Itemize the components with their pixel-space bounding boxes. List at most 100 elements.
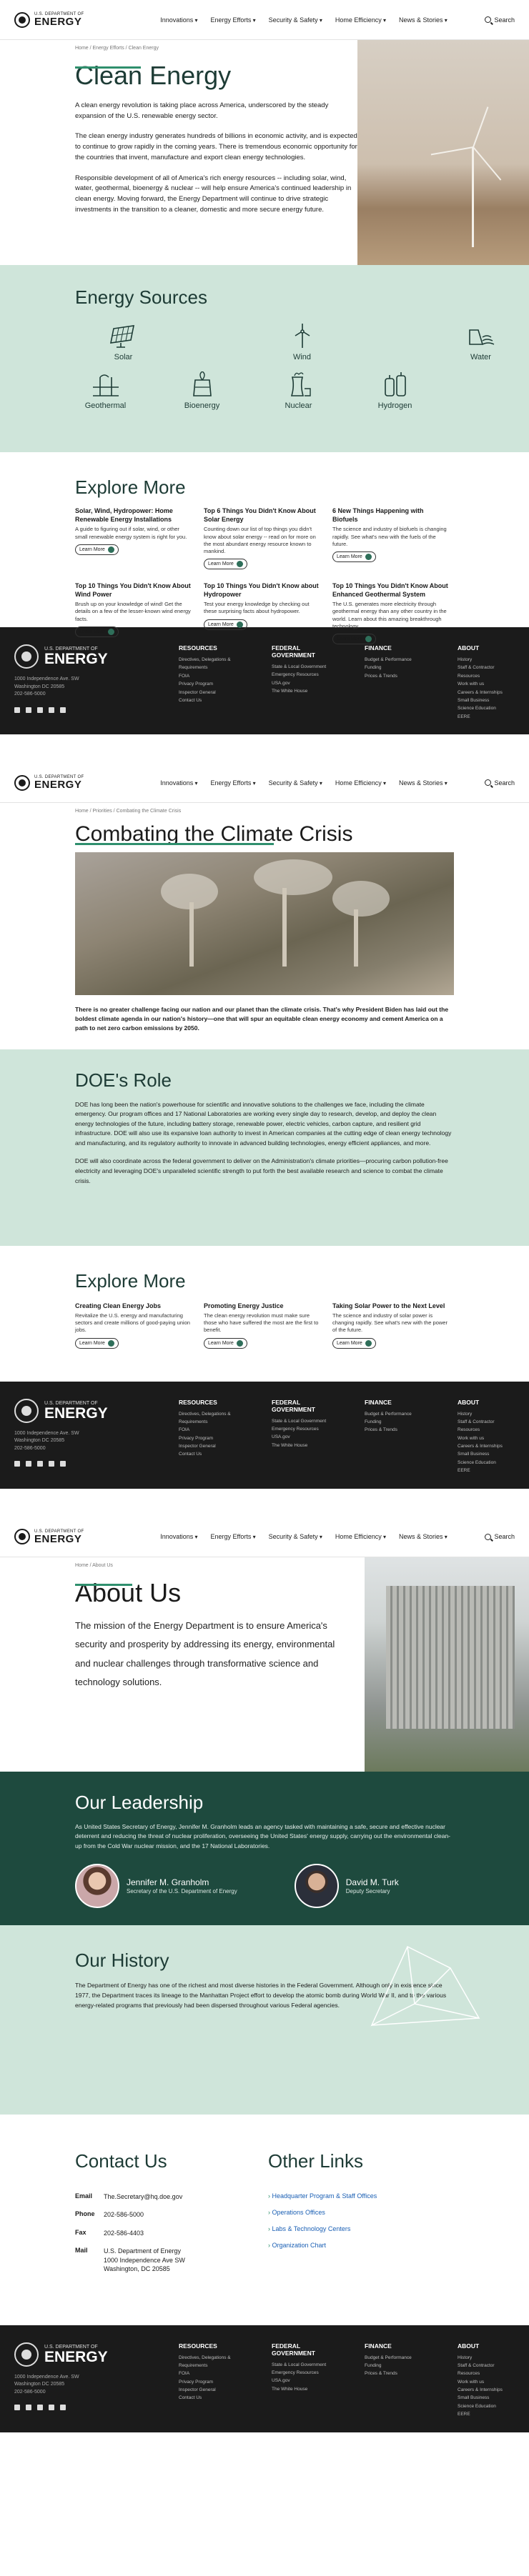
source-solar[interactable]: Solar <box>75 323 172 361</box>
facebook-icon[interactable] <box>14 2405 20 2411</box>
learn-more-button[interactable]: Learn More <box>332 633 376 644</box>
doe-logo[interactable]: U.S. DEPARTMENT OF ENERGY <box>14 11 136 28</box>
learn-more-button[interactable]: Learn More <box>204 558 247 569</box>
facebook-icon[interactable] <box>14 1461 20 1467</box>
nav-news-stories[interactable]: News & Stories <box>399 779 448 787</box>
footer-link[interactable]: Prices & Trends <box>365 2370 422 2377</box>
other-link[interactable]: Labs & Technology Centers <box>268 2225 425 2232</box>
search-button[interactable]: Search <box>472 16 515 24</box>
learn-more-button[interactable]: Learn More <box>75 544 119 555</box>
footer-link[interactable]: Work with us <box>458 680 515 688</box>
linkedin-icon[interactable] <box>60 1461 66 1467</box>
footer-link[interactable]: Directives, Delegations & Requirements <box>179 656 236 672</box>
footer-link[interactable]: Prices & Trends <box>365 1426 422 1434</box>
flickr-icon[interactable] <box>49 2405 54 2411</box>
footer-link[interactable]: Prices & Trends <box>365 672 422 680</box>
footer-logo[interactable]: U.S. DEPARTMENT OF ENERGY <box>14 644 179 669</box>
facebook-icon[interactable] <box>14 707 20 713</box>
twitter-icon[interactable] <box>26 1461 31 1467</box>
youtube-icon[interactable] <box>37 2405 43 2411</box>
twitter-icon[interactable] <box>26 2405 31 2411</box>
footer-link[interactable]: Privacy Program <box>179 2378 236 2386</box>
footer-link[interactable]: Science Education <box>458 1459 515 1467</box>
nav-energy-efforts[interactable]: Energy Efforts <box>211 16 256 24</box>
footer-link[interactable]: Funding <box>365 664 422 672</box>
footer-link[interactable]: Budget & Performance <box>365 1410 422 1418</box>
footer-link[interactable]: Contact Us <box>179 1450 236 1458</box>
learn-more-button[interactable]: Learn More <box>332 1337 376 1349</box>
footer-link[interactable]: History <box>458 1410 515 1418</box>
nav-security-safety[interactable]: Security & Safety <box>269 1533 322 1540</box>
learn-more-button[interactable]: Learn More <box>332 551 376 562</box>
breadcrumb[interactable]: Home / About Us <box>75 1557 347 1568</box>
footer-link[interactable]: Work with us <box>458 2378 515 2386</box>
youtube-icon[interactable] <box>37 707 43 713</box>
footer-link[interactable]: FOIA <box>179 1426 236 1434</box>
footer-link[interactable]: State & Local Government <box>272 663 329 671</box>
source-hydrogen[interactable]: Hydrogen <box>357 371 432 410</box>
footer-logo[interactable]: U.S. DEPARTMENT OF ENERGY <box>14 2342 179 2367</box>
footer-link[interactable]: State & Local Government <box>272 1417 329 1425</box>
nav-innovations[interactable]: Innovations <box>160 16 197 24</box>
source-water[interactable]: Water <box>432 323 529 361</box>
footer-link[interactable]: EERE <box>458 2410 515 2418</box>
card-title[interactable]: Creating Clean Energy Jobs <box>75 1302 193 1311</box>
other-link[interactable]: Operations Offices <box>268 2209 425 2216</box>
breadcrumb[interactable]: Home / Priorities / Combating the Climat… <box>0 803 529 814</box>
footer-link[interactable]: USA.gov <box>272 679 329 687</box>
card-title[interactable]: 6 New Things Happening with Biofuels <box>332 507 450 524</box>
search-button[interactable]: Search <box>472 1533 515 1540</box>
footer-link[interactable]: Science Education <box>458 2402 515 2410</box>
card-title[interactable]: Promoting Energy Justice <box>204 1302 322 1311</box>
source-bioenergy[interactable]: Bioenergy <box>164 371 239 410</box>
footer-link[interactable]: History <box>458 2354 515 2362</box>
nav-energy-efforts[interactable]: Energy Efforts <box>211 1533 256 1540</box>
footer-link[interactable]: Science Education <box>458 704 515 712</box>
footer-link[interactable]: Small Business <box>458 697 515 704</box>
card-title[interactable]: Taking Solar Power to the Next Level <box>332 1302 450 1311</box>
leader-card[interactable]: Jennifer M. Granholm Secretary of the U.S… <box>75 1864 237 1909</box>
footer-link[interactable]: EERE <box>458 713 515 721</box>
card-title[interactable]: Top 6 Things You Didn't Know About Solar… <box>204 507 322 524</box>
linkedin-icon[interactable] <box>60 2405 66 2411</box>
footer-link[interactable]: Emergency Resources <box>272 2369 329 2377</box>
footer-link[interactable]: The White House <box>272 1442 329 1449</box>
nav-home-efficiency[interactable]: Home Efficiency <box>335 1533 386 1540</box>
search-button[interactable]: Search <box>472 779 515 787</box>
footer-link[interactable]: Staff & Contractor Resources <box>458 664 515 680</box>
nav-security-safety[interactable]: Security & Safety <box>269 779 322 787</box>
footer-link[interactable]: Careers & Internships <box>458 689 515 697</box>
flickr-icon[interactable] <box>49 707 54 713</box>
nav-home-efficiency[interactable]: Home Efficiency <box>335 779 386 787</box>
doe-logo[interactable]: U.S. DEPARTMENT OF ENERGY <box>14 774 136 791</box>
footer-link[interactable]: State & Local Government <box>272 2361 329 2369</box>
footer-link[interactable]: Privacy Program <box>179 680 236 688</box>
footer-link[interactable]: Budget & Performance <box>365 656 422 664</box>
footer-link[interactable]: USA.gov <box>272 1433 329 1441</box>
footer-link[interactable]: Careers & Internships <box>458 2386 515 2394</box>
leader-card[interactable]: David M. Turk Deputy Secretary <box>294 1864 399 1909</box>
doe-logo[interactable]: U.S. DEPARTMENT OF ENERGY <box>14 1529 136 1545</box>
footer-link[interactable]: Inspector General <box>179 1442 236 1450</box>
nav-security-safety[interactable]: Security & Safety <box>269 16 322 24</box>
twitter-icon[interactable] <box>26 707 31 713</box>
card-title[interactable]: Top 10 Things You Didn't Know About Enha… <box>332 582 450 599</box>
nav-innovations[interactable]: Innovations <box>160 779 197 787</box>
flickr-icon[interactable] <box>49 1461 54 1467</box>
footer-link[interactable]: Inspector General <box>179 689 236 697</box>
footer-link[interactable]: Inspector General <box>179 2386 236 2394</box>
footer-link[interactable]: FOIA <box>179 672 236 680</box>
other-link[interactable]: Organization Chart <box>268 2242 425 2249</box>
nav-innovations[interactable]: Innovations <box>160 1533 197 1540</box>
footer-link[interactable]: Staff & Contractor Resources <box>458 1418 515 1434</box>
learn-more-button[interactable]: Learn More <box>75 1337 119 1349</box>
learn-more-button[interactable]: Learn More <box>204 1337 247 1349</box>
footer-link[interactable]: EERE <box>458 1467 515 1474</box>
footer-link[interactable]: The White House <box>272 687 329 695</box>
card-title[interactable]: Top 10 Things You Didn't Know About Wind… <box>75 582 193 599</box>
footer-link[interactable]: Emergency Resources <box>272 671 329 679</box>
footer-link[interactable]: Funding <box>365 2362 422 2370</box>
nav-news-stories[interactable]: News & Stories <box>399 16 448 24</box>
footer-logo[interactable]: U.S. DEPARTMENT OF ENERGY <box>14 1398 179 1423</box>
nav-home-efficiency[interactable]: Home Efficiency <box>335 16 386 24</box>
